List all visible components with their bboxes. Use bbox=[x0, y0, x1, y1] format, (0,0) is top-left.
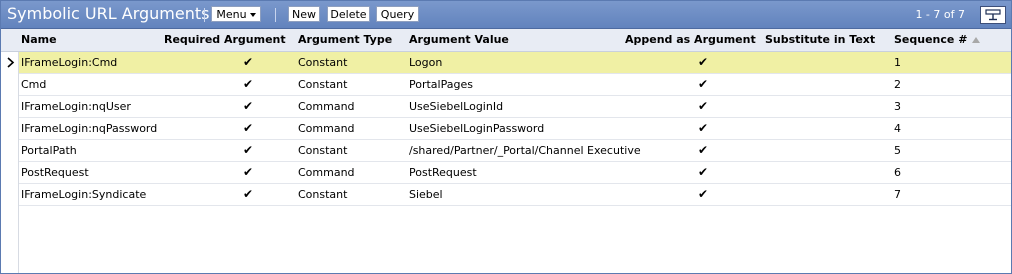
append-check-cell: ✔ bbox=[693, 140, 713, 161]
grid-header: Name Required Argument Argument Type Arg… bbox=[1, 29, 1011, 52]
checkmark-icon: ✔ bbox=[242, 187, 254, 201]
checkmark-icon: ✔ bbox=[697, 55, 709, 69]
required-check-cell: ✔ bbox=[238, 162, 258, 183]
required-check-cell: ✔ bbox=[238, 118, 258, 139]
cell-value: UseSiebelLoginPassword bbox=[409, 122, 545, 135]
cell-type: Constant bbox=[298, 144, 348, 157]
column-header-required-argument[interactable]: Required Argument bbox=[164, 29, 286, 51]
applet-title: Symbolic URL Arguments bbox=[7, 4, 210, 23]
cell-name: IFrameLogin:Syndicate bbox=[21, 188, 147, 201]
cell-value: UseSiebelLoginId bbox=[409, 100, 504, 113]
cell-name: IFrameLogin:nqPassword bbox=[21, 122, 158, 135]
append-check-cell: ✔ bbox=[693, 184, 713, 205]
required-check-cell: ✔ bbox=[238, 74, 258, 95]
cell-sequence: 7 bbox=[894, 188, 901, 201]
cell-sequence: 6 bbox=[894, 166, 901, 179]
symbolic-url-arguments-applet: Symbolic URL Arguments Menu New Delete Q… bbox=[0, 0, 1012, 274]
required-check-cell: ✔ bbox=[238, 52, 258, 73]
checkmark-icon: ✔ bbox=[242, 55, 254, 69]
column-header-sequence[interactable]: Sequence # bbox=[894, 29, 981, 51]
cell-value: PortalPages bbox=[409, 78, 473, 91]
table-row[interactable]: PostRequest ✔ Command PostRequest ✔ 6 bbox=[19, 162, 1011, 184]
cell-type: Command bbox=[298, 166, 355, 179]
checkmark-icon: ✔ bbox=[242, 165, 254, 179]
cell-name: PortalPath bbox=[21, 144, 77, 157]
checkmark-icon: ✔ bbox=[697, 165, 709, 179]
cell-sequence: 4 bbox=[894, 122, 901, 135]
cell-type: Constant bbox=[298, 188, 348, 201]
chevron-down-icon bbox=[249, 13, 256, 17]
substitute-check-cell bbox=[819, 74, 839, 95]
column-header-name[interactable]: Name bbox=[21, 29, 57, 51]
toggle-layout-icon bbox=[985, 9, 1001, 21]
sort-ascending-icon bbox=[972, 37, 981, 43]
column-header-substitute-in-text[interactable]: Substitute in Text bbox=[765, 29, 875, 51]
substitute-check-cell bbox=[819, 140, 839, 161]
menu-button[interactable]: Menu bbox=[211, 6, 261, 22]
cell-sequence: 1 bbox=[894, 56, 901, 69]
cell-sequence: 5 bbox=[894, 144, 901, 157]
cell-value: PostRequest bbox=[409, 166, 477, 179]
cell-value: Siebel bbox=[409, 188, 443, 201]
required-check-cell: ✔ bbox=[238, 140, 258, 161]
table-row[interactable]: IFrameLogin:nqPassword ✔ Command UseSiebelL… bbox=[19, 118, 1011, 140]
checkmark-icon: ✔ bbox=[697, 143, 709, 157]
append-check-cell: ✔ bbox=[693, 162, 713, 183]
substitute-check-cell bbox=[819, 52, 839, 73]
substitute-check-cell bbox=[819, 184, 839, 205]
cell-value: /shared/Partner/_Portal/Channel Executiv… bbox=[409, 144, 641, 157]
table-row[interactable]: IFrameLogin:Cmd ✔ Constant Logon ✔ 1 bbox=[19, 52, 1011, 74]
cell-value: Logon bbox=[409, 56, 443, 69]
append-check-cell: ✔ bbox=[693, 96, 713, 117]
row-selector-column bbox=[1, 52, 19, 273]
append-check-cell: ✔ bbox=[693, 74, 713, 95]
record-count: 1 - 7 of 7 bbox=[915, 8, 965, 21]
substitute-check-cell bbox=[819, 162, 839, 183]
cell-name: PostRequest bbox=[21, 166, 89, 179]
cell-type: Constant bbox=[298, 56, 348, 69]
cell-name: Cmd bbox=[21, 78, 47, 91]
toolbar-separator bbox=[204, 8, 205, 22]
column-header-argument-value[interactable]: Argument Value bbox=[409, 29, 509, 51]
checkmark-icon: ✔ bbox=[697, 121, 709, 135]
checkmark-icon: ✔ bbox=[242, 99, 254, 113]
current-row-indicator-icon bbox=[7, 57, 15, 68]
table-row[interactable]: PortalPath ✔ Constant/shared/Partner/_Port… bbox=[19, 140, 1011, 162]
cell-type: Command bbox=[298, 100, 355, 113]
append-check-cell: ✔ bbox=[693, 118, 713, 139]
toggle-layout-button[interactable] bbox=[980, 6, 1006, 24]
column-header-append-as-argument[interactable]: Append as Argument bbox=[625, 29, 756, 51]
table-row[interactable]: IFrameLogin:Syndicate ✔ Constant Siebel ✔ 7 bbox=[19, 184, 1011, 206]
column-header-sequence-label: Sequence # bbox=[894, 33, 968, 46]
delete-button[interactable]: Delete bbox=[327, 6, 370, 22]
substitute-check-cell bbox=[819, 96, 839, 117]
cell-type: Constant bbox=[298, 78, 348, 91]
table-row[interactable]: IFrameLogin:nqUser ✔ Command UseSiebelLogin… bbox=[19, 96, 1011, 118]
menu-button-label: Menu bbox=[216, 8, 247, 21]
substitute-check-cell bbox=[819, 118, 839, 139]
query-button[interactable]: Query bbox=[376, 6, 419, 22]
checkmark-icon: ✔ bbox=[697, 187, 709, 201]
required-check-cell: ✔ bbox=[238, 184, 258, 205]
cell-name: IFrameLogin:Cmd bbox=[21, 56, 118, 69]
table-row[interactable]: Cmd ✔ Constant PortalPages ✔ 2 bbox=[19, 74, 1011, 96]
required-check-cell: ✔ bbox=[238, 96, 258, 117]
column-header-argument-type[interactable]: Argument Type bbox=[298, 29, 392, 51]
checkmark-icon: ✔ bbox=[697, 77, 709, 91]
toolbar-separator bbox=[275, 8, 276, 22]
append-check-cell: ✔ bbox=[693, 52, 713, 73]
checkmark-icon: ✔ bbox=[697, 99, 709, 113]
applet-titlebar: Symbolic URL Arguments Menu New Delete Q… bbox=[1, 1, 1011, 29]
cell-name: IFrameLogin:nqUser bbox=[21, 100, 131, 113]
checkmark-icon: ✔ bbox=[242, 143, 254, 157]
cell-sequence: 3 bbox=[894, 100, 901, 113]
checkmark-icon: ✔ bbox=[242, 77, 254, 91]
cell-type: Command bbox=[298, 122, 355, 135]
new-button[interactable]: New bbox=[288, 6, 320, 22]
checkmark-icon: ✔ bbox=[242, 121, 254, 135]
list-grid: Name Required Argument Argument Type Arg… bbox=[1, 29, 1011, 273]
cell-sequence: 2 bbox=[894, 78, 901, 91]
